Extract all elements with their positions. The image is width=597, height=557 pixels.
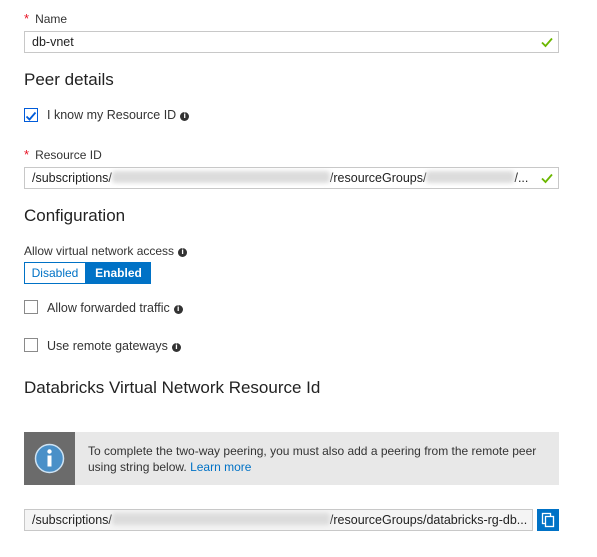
- info-banner: To complete the two-way peering, you mus…: [24, 432, 559, 485]
- peer-details-title: Peer details: [24, 70, 114, 89]
- allow-forwarded-traffic-label: Allow forwarded traffic i: [47, 301, 183, 315]
- info-banner-iconbox: [24, 432, 75, 485]
- info-circle-icon: [34, 443, 65, 474]
- configuration-title: Configuration: [24, 206, 126, 225]
- resource-id-label: * Resource ID: [24, 147, 102, 162]
- allow-forwarded-traffic-checkbox[interactable]: [24, 300, 38, 314]
- use-remote-gateways-label: Use remote gateways i: [47, 339, 181, 353]
- allow-vnet-access-label: Allow virtual network access i: [24, 244, 188, 258]
- know-resource-id-label: I know my Resource ID i: [47, 108, 190, 122]
- copy-icon: [541, 512, 555, 528]
- info-icon[interactable]: i: [178, 248, 188, 257]
- enabled-toggle-button[interactable]: Enabled: [86, 262, 151, 284]
- checkmark-icon: [25, 111, 37, 121]
- name-label: * Name: [24, 11, 68, 26]
- copy-button[interactable]: [537, 509, 559, 531]
- redacted-subscription: [111, 171, 330, 183]
- redacted-subscription: [111, 513, 330, 525]
- disabled-toggle-button[interactable]: Disabled: [24, 262, 86, 284]
- info-banner-text: To complete the two-way peering, you mus…: [88, 444, 537, 474]
- valid-check-icon: [541, 173, 553, 184]
- name-input[interactable]: db-vnet: [24, 31, 559, 53]
- info-icon[interactable]: i: [171, 343, 181, 352]
- redacted-resource-group: [426, 171, 515, 183]
- databricks-title: Databricks Virtual Network Resource Id: [24, 378, 321, 397]
- info-icon[interactable]: i: [180, 112, 190, 121]
- valid-check-icon: [541, 37, 553, 48]
- resource-id-input[interactable]: /subscriptions//resourceGroups//...: [24, 167, 559, 189]
- databricks-resource-id-field[interactable]: /subscriptions//resourceGroups/databrick…: [24, 509, 533, 531]
- know-resource-id-checkbox[interactable]: [24, 108, 38, 122]
- learn-more-link[interactable]: Learn more: [190, 460, 251, 474]
- use-remote-gateways-checkbox[interactable]: [24, 338, 38, 352]
- info-icon[interactable]: i: [173, 305, 183, 314]
